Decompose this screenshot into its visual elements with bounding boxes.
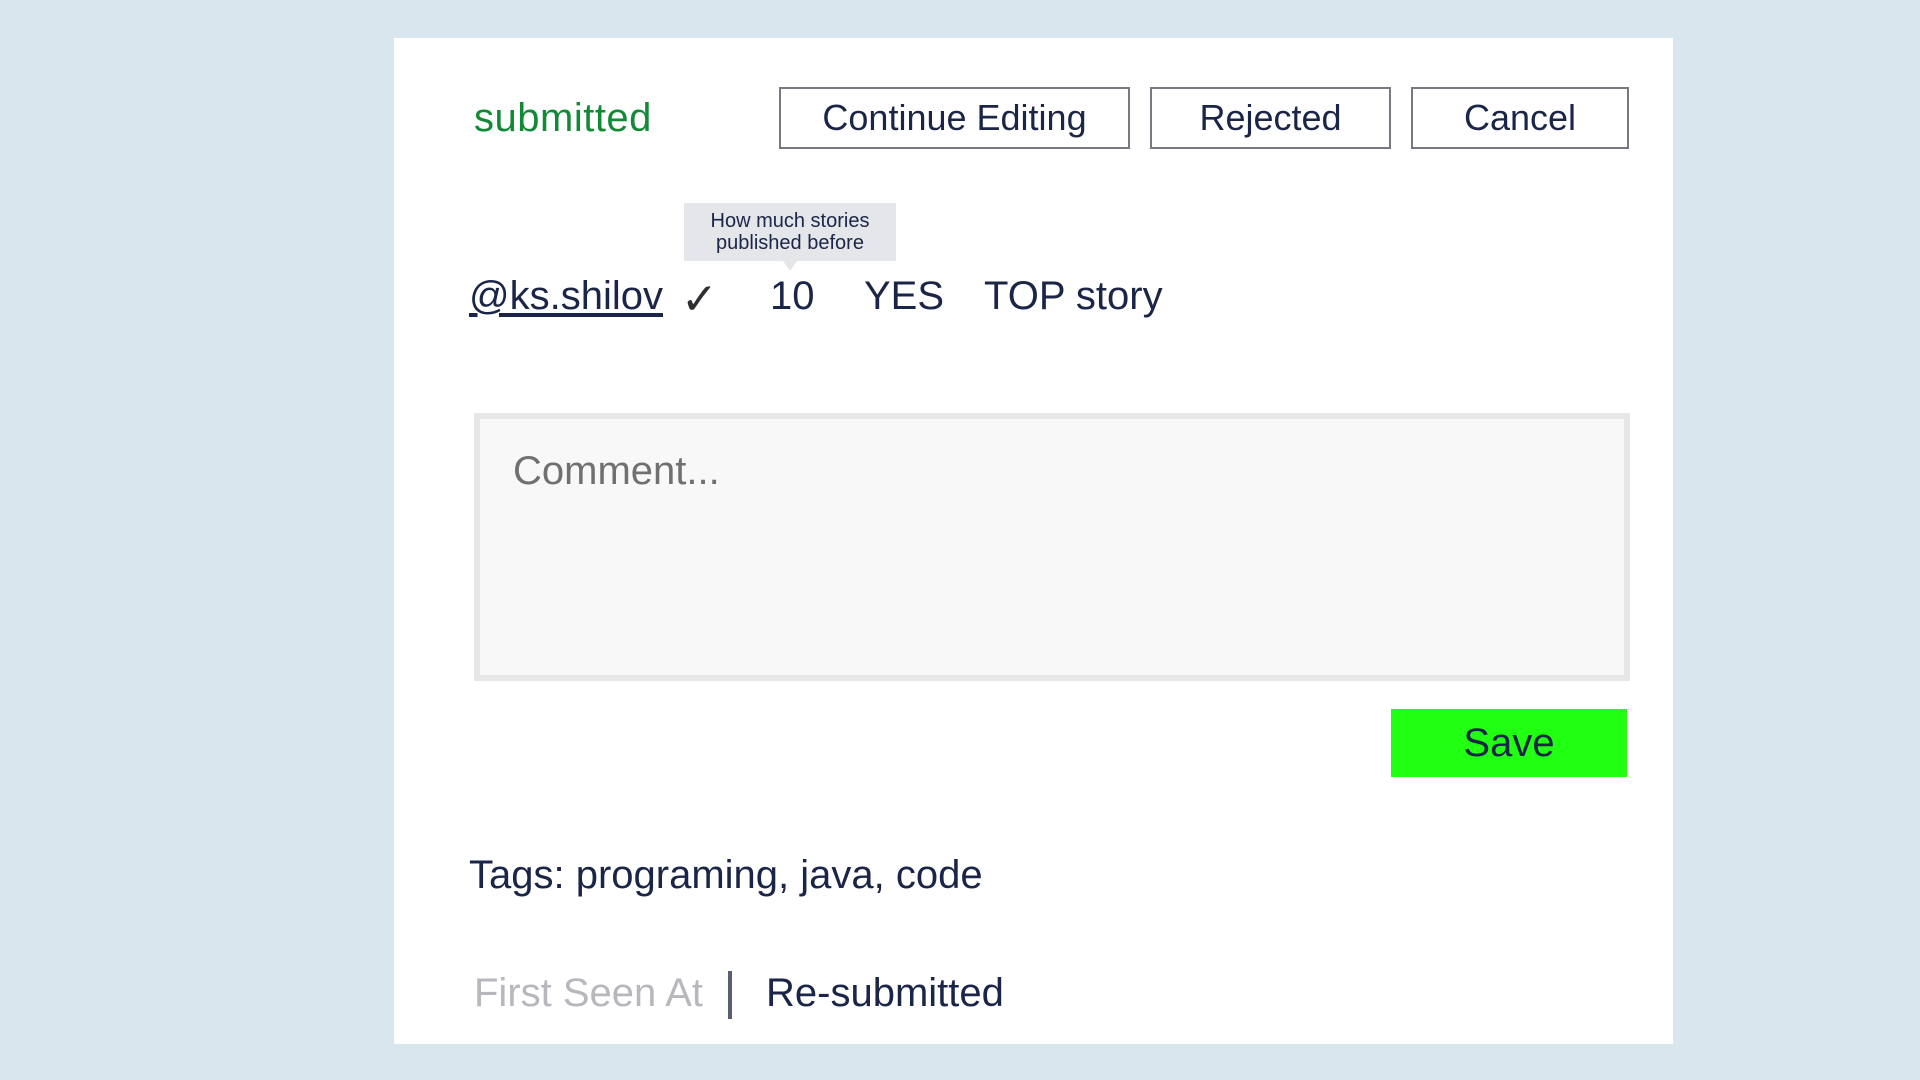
review-card: submitted Continue Editing Rejected Canc… [394,38,1673,1044]
published-count: 10 [770,274,815,318]
cancel-button[interactable]: Cancel [1411,87,1629,149]
published-count-tooltip: How much stories published before [684,203,896,271]
tooltip-line-1: How much stories [710,210,870,232]
check-icon: ✓ [681,275,718,324]
save-button[interactable]: Save [1391,709,1627,777]
flag-value: YES [864,274,945,318]
continue-editing-button[interactable]: Continue Editing [779,87,1130,149]
rejected-button[interactable]: Rejected [1150,87,1391,149]
comment-input[interactable] [474,413,1630,681]
top-story-label: TOP story [984,274,1163,318]
first-seen-tab[interactable]: First Seen At [474,971,703,1016]
tags-text: Tags: programing, java, code [469,853,983,897]
author-link[interactable]: @ks.shilov [469,274,663,319]
status-label: submitted [474,96,652,140]
resubmitted-tab[interactable]: Re-submitted [766,971,1004,1016]
tooltip-line-2: published before [716,232,864,254]
footer-divider [728,971,732,1019]
